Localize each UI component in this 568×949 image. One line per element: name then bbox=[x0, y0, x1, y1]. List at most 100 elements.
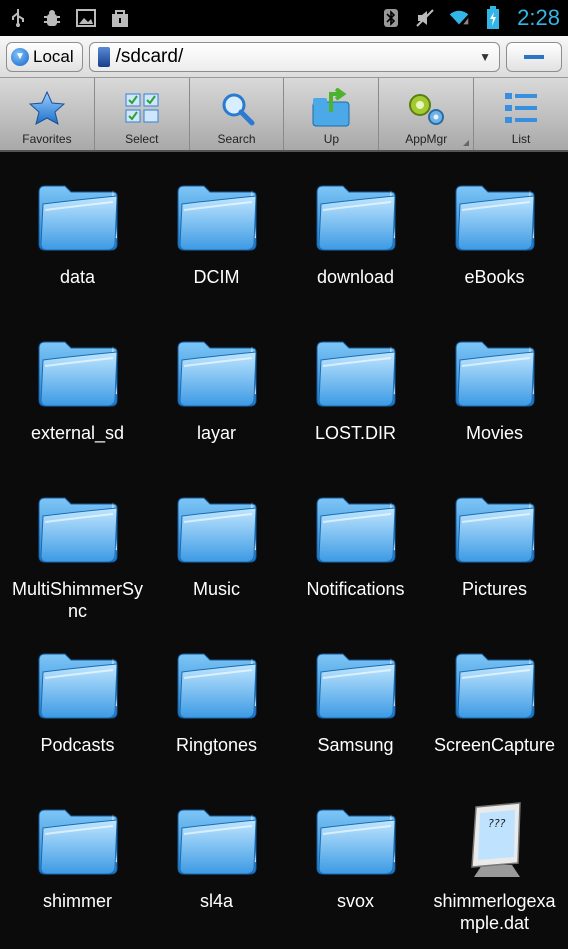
folder-icon bbox=[174, 492, 260, 566]
item-name: sl4a bbox=[199, 891, 234, 911]
item-name: eBooks bbox=[464, 267, 525, 287]
item-name: external_sd bbox=[30, 423, 125, 443]
gears-icon bbox=[404, 88, 448, 128]
sdcard-icon bbox=[97, 46, 110, 67]
folder-icon bbox=[174, 336, 260, 410]
folder-item[interactable]: Music bbox=[147, 464, 286, 620]
chevron-down-icon: ▼ bbox=[11, 47, 29, 66]
item-name: layar bbox=[196, 423, 236, 443]
search-button[interactable]: Search bbox=[190, 78, 285, 150]
folder-item[interactable]: eBooks bbox=[425, 152, 564, 308]
folder-icon bbox=[313, 336, 399, 410]
usb-icon bbox=[8, 8, 28, 28]
folder-item[interactable]: LOST.DIR bbox=[286, 308, 425, 464]
folder-icon bbox=[313, 804, 399, 878]
folder-icon bbox=[452, 492, 538, 566]
item-name: svox bbox=[336, 891, 374, 911]
item-name: LOST.DIR bbox=[314, 423, 397, 443]
folder-item[interactable]: Podcasts bbox=[8, 620, 147, 776]
path-dropdown[interactable]: /sdcard/ ▼ bbox=[88, 41, 500, 72]
folder-item[interactable]: MultiShimmerSync bbox=[8, 464, 147, 621]
folder-icon bbox=[35, 336, 121, 410]
search-icon bbox=[215, 88, 259, 128]
folder-item[interactable]: Ringtones bbox=[147, 620, 286, 776]
folder-icon bbox=[313, 180, 399, 254]
folder-icon bbox=[35, 492, 121, 566]
item-name: Samsung bbox=[317, 735, 394, 755]
folder-item[interactable]: DCIM bbox=[147, 152, 286, 308]
bag-icon bbox=[110, 8, 130, 28]
item-name: Podcasts bbox=[40, 735, 115, 755]
local-label: Local bbox=[33, 46, 74, 66]
select-button[interactable]: Select bbox=[95, 78, 190, 150]
toolbar: Favorites Select Search Up AppMgr List bbox=[0, 78, 568, 152]
minus-icon bbox=[524, 54, 544, 59]
list-view-button[interactable]: List bbox=[474, 78, 568, 150]
select-grid-icon bbox=[120, 88, 164, 128]
folder-icon bbox=[452, 648, 538, 722]
up-button[interactable]: Up bbox=[284, 78, 380, 150]
folder-item[interactable]: download bbox=[286, 152, 425, 308]
mute-icon bbox=[415, 8, 435, 28]
up-label: Up bbox=[323, 132, 340, 146]
folder-item[interactable]: svox bbox=[286, 776, 425, 932]
folder-icon bbox=[174, 804, 260, 878]
folder-item[interactable]: ScreenCapture bbox=[425, 620, 564, 776]
file-item[interactable]: ??? shimmerlogexample.dat bbox=[425, 776, 564, 933]
folder-item[interactable]: external_sd bbox=[8, 308, 147, 464]
item-name: shimmerlogexample.dat bbox=[433, 891, 556, 933]
item-name: Pictures bbox=[461, 579, 528, 599]
svg-text:???: ??? bbox=[488, 817, 506, 830]
folder-icon bbox=[174, 648, 260, 722]
item-name: ScreenCapture bbox=[433, 735, 556, 755]
item-name: shimmer bbox=[42, 891, 112, 911]
folder-icon bbox=[35, 180, 121, 254]
list-label: List bbox=[511, 132, 531, 146]
local-location-button[interactable]: ▼ Local bbox=[6, 41, 83, 72]
item-name: download bbox=[316, 267, 395, 287]
folder-icon bbox=[452, 180, 538, 254]
folder-item[interactable]: layar bbox=[147, 308, 286, 464]
folder-icon bbox=[452, 336, 538, 410]
collapse-button[interactable] bbox=[506, 41, 562, 72]
status-bar: 2:28 bbox=[0, 0, 568, 36]
folder-icon bbox=[313, 648, 399, 722]
item-name: MultiShimmerSync bbox=[11, 579, 144, 621]
favorites-label: Favorites bbox=[22, 132, 72, 146]
folder-item[interactable]: data bbox=[8, 152, 147, 308]
folder-icon bbox=[313, 492, 399, 566]
select-label: Select bbox=[125, 132, 159, 146]
path-bar: ▼ Local /sdcard/ ▼ bbox=[0, 36, 568, 78]
item-name: DCIM bbox=[193, 267, 240, 287]
wifi-icon bbox=[449, 8, 469, 28]
item-name: Music bbox=[192, 579, 240, 599]
dropdown-arrow-icon: ▼ bbox=[479, 49, 491, 64]
bluetooth-icon bbox=[381, 8, 401, 28]
file-grid: data DCIM download eBooks external_sd layar LO… bbox=[0, 152, 568, 933]
gallery-icon bbox=[76, 8, 96, 28]
folder-icon bbox=[174, 180, 260, 254]
item-name: Ringtones bbox=[175, 735, 258, 755]
status-left-icons bbox=[8, 8, 130, 28]
file-icon: ??? bbox=[460, 802, 530, 878]
folder-icon bbox=[35, 648, 121, 722]
folder-item[interactable]: sl4a bbox=[147, 776, 286, 932]
appmgr-button[interactable]: AppMgr bbox=[379, 78, 475, 150]
search-label: Search bbox=[217, 132, 256, 146]
debug-icon bbox=[42, 8, 62, 28]
folder-item[interactable]: shimmer bbox=[8, 776, 147, 932]
folder-item[interactable]: Pictures bbox=[425, 464, 564, 620]
item-name: Movies bbox=[465, 423, 523, 443]
list-icon bbox=[499, 88, 543, 128]
item-name: Notifications bbox=[306, 579, 405, 599]
battery-icon bbox=[483, 6, 503, 29]
folder-item[interactable]: Movies bbox=[425, 308, 564, 464]
status-time: 2:28 bbox=[517, 5, 560, 30]
appmgr-label: AppMgr bbox=[405, 132, 448, 146]
favorites-button[interactable]: Favorites bbox=[0, 78, 95, 150]
star-icon bbox=[25, 88, 69, 128]
more-corner-icon bbox=[463, 140, 470, 146]
folder-item[interactable]: Notifications bbox=[286, 464, 425, 620]
folder-up-icon bbox=[309, 88, 353, 128]
folder-item[interactable]: Samsung bbox=[286, 620, 425, 776]
